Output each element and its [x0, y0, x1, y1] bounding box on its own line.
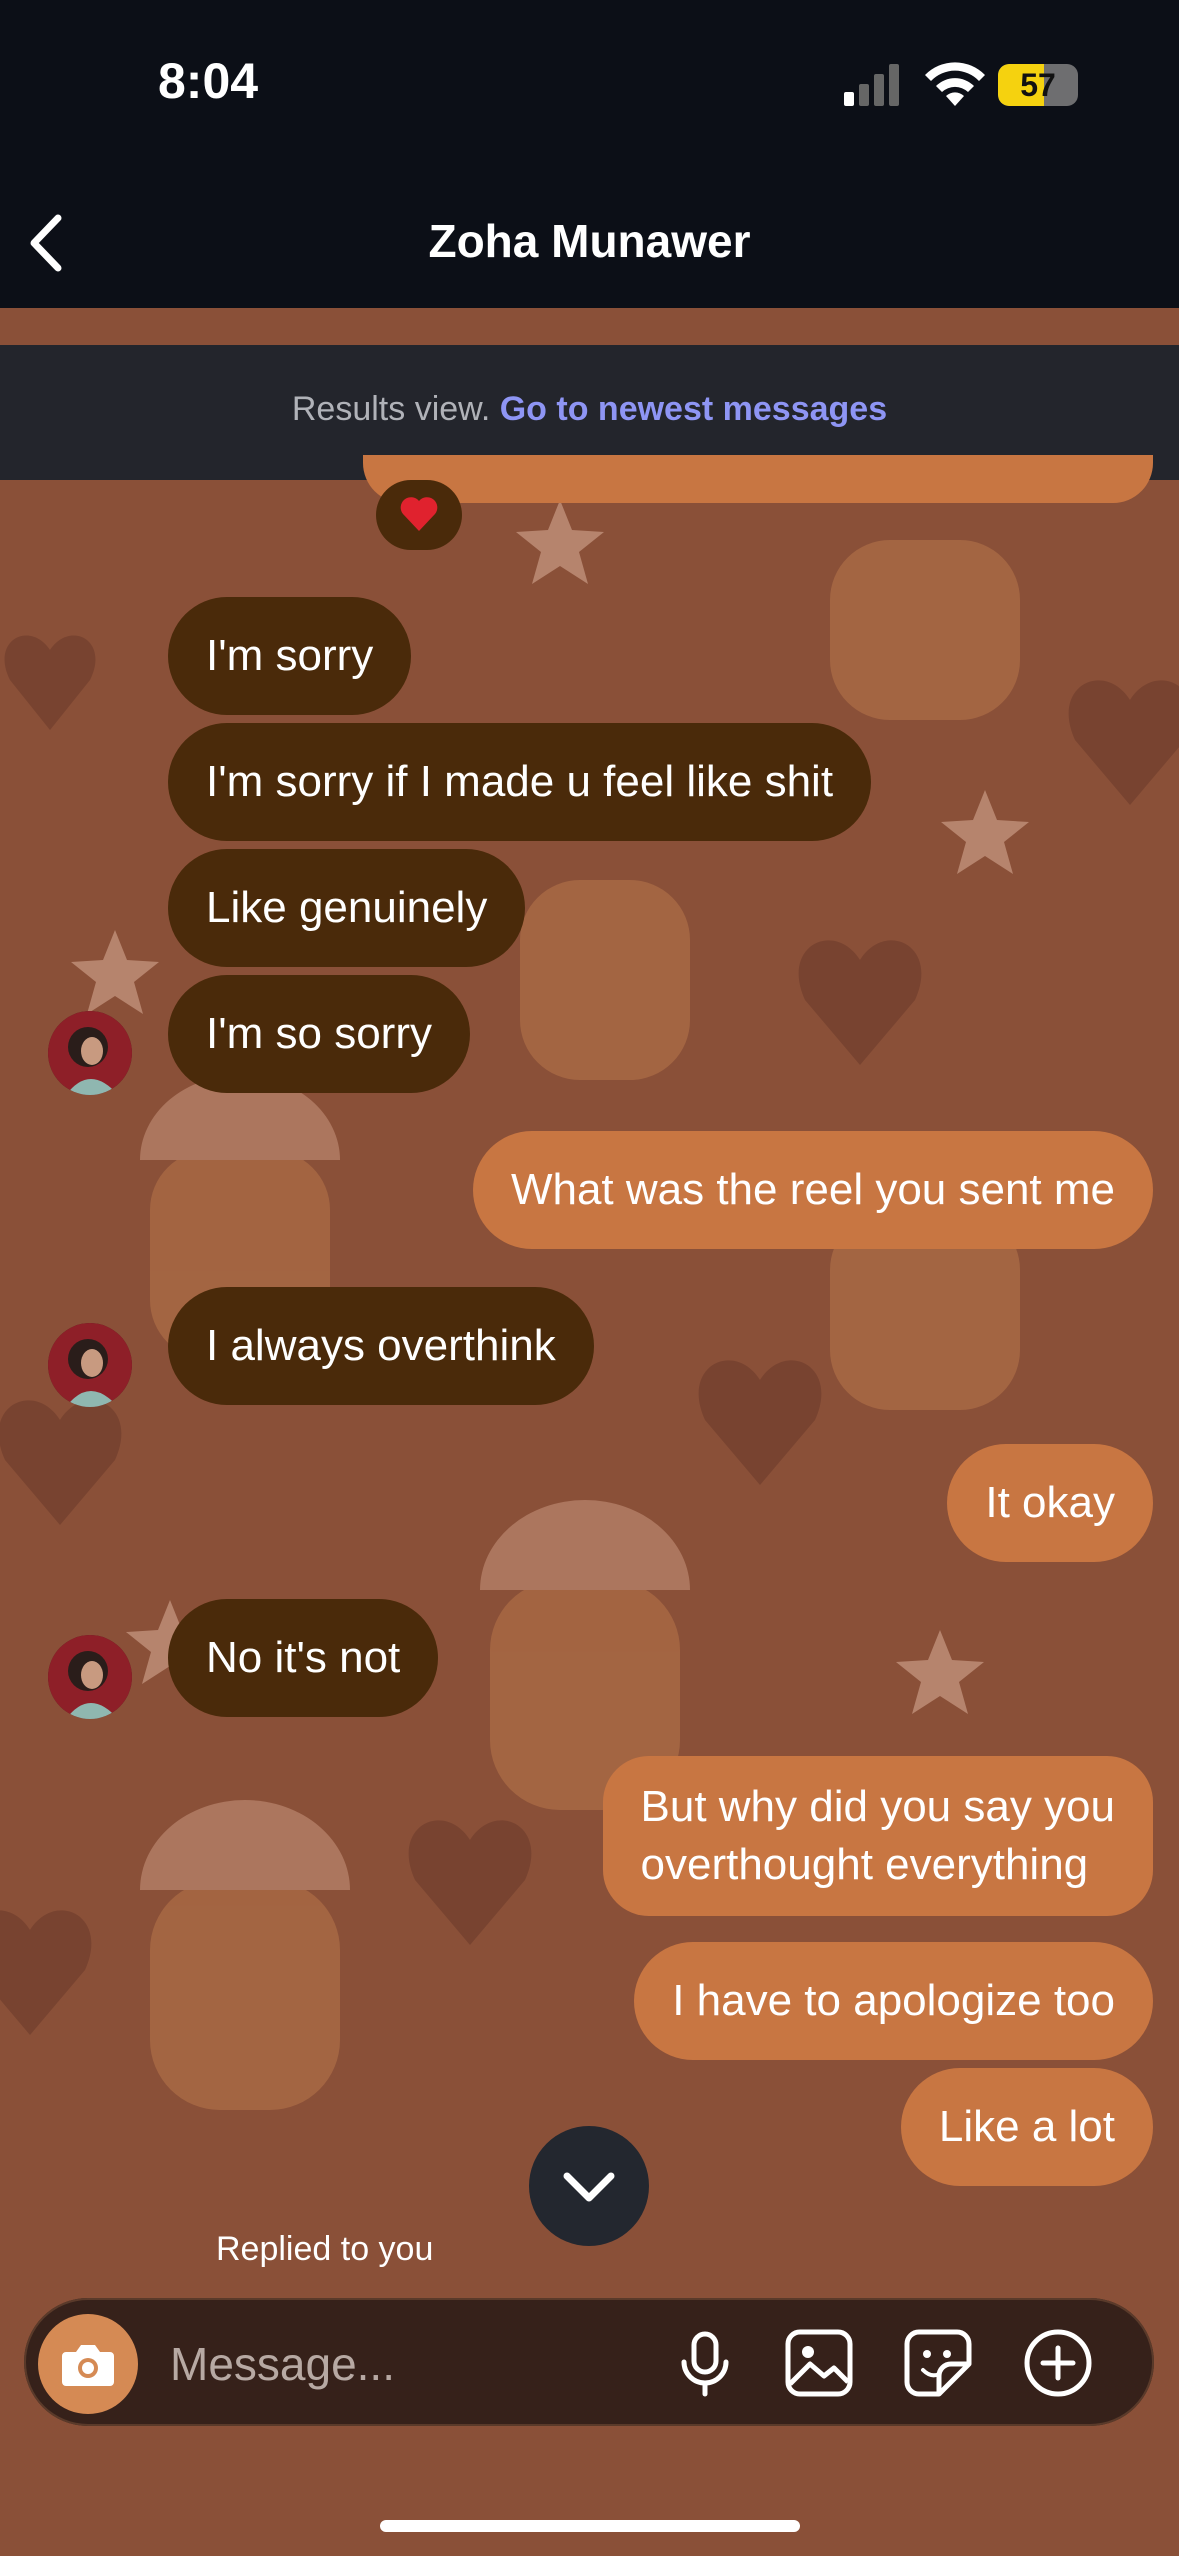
message-bubble-incoming[interactable]: Like genuinely [168, 849, 526, 967]
camera-button[interactable] [38, 2314, 138, 2414]
message-bubble-incoming[interactable]: I'm sorry if I made u feel like shit [168, 723, 872, 841]
heart-icon [400, 497, 438, 531]
message-bubble-incoming[interactable]: I always overthink [168, 1287, 594, 1405]
message-input[interactable] [168, 2326, 632, 2402]
message-line: But why did you say you [640, 1782, 1115, 1831]
battery-icon: 57 [998, 64, 1078, 106]
message-bubble-incoming[interactable]: I'm sorry [168, 597, 412, 715]
message-bubble-outgoing[interactable]: Like a lot [900, 2068, 1153, 2186]
gallery-icon[interactable] [780, 2324, 858, 2402]
microphone-icon[interactable] [666, 2324, 744, 2402]
scroll-to-bottom-button[interactable] [529, 2126, 649, 2246]
home-indicator[interactable] [380, 2520, 800, 2532]
status-time: 8:04 [158, 53, 259, 109]
reaction-badge[interactable] [376, 480, 462, 550]
sticker-icon[interactable] [899, 2324, 977, 2402]
message-bubble-outgoing[interactable]: It okay [947, 1444, 1153, 1562]
battery-percent: 57 [1020, 67, 1056, 103]
avatar[interactable] [48, 1323, 132, 1407]
plus-icon[interactable] [1019, 2324, 1097, 2402]
message-bubble-incoming[interactable]: I'm so sorry [168, 975, 470, 1093]
message-line: overthought everything [640, 1840, 1089, 1889]
wifi-icon [925, 62, 985, 106]
avatar[interactable] [48, 1011, 132, 1095]
message-bubble-partial[interactable] [363, 455, 1153, 503]
camera-icon [62, 2345, 114, 2386]
results-view-label: Results view. [291, 390, 491, 428]
message-bubble-outgoing[interactable]: What was the reel you sent me [472, 1131, 1153, 1249]
go-to-newest-link[interactable]: Go to newest messages [500, 390, 887, 428]
message-bubble-outgoing[interactable]: But why did you say you overthought ever… [602, 1756, 1153, 1916]
battery-tip [1072, 78, 1078, 92]
cellular-signal-icon [844, 64, 899, 106]
message-bubble-incoming[interactable]: No it's not [168, 1599, 439, 1717]
conversation-title[interactable]: Zoha Munawer [0, 214, 1179, 268]
replied-to-you-label: Replied to you [216, 2230, 434, 2268]
avatar[interactable] [48, 1635, 132, 1719]
chevron-down-icon [563, 2172, 615, 2202]
message-bubble-outgoing[interactable]: I have to apologize too [634, 1942, 1153, 2060]
